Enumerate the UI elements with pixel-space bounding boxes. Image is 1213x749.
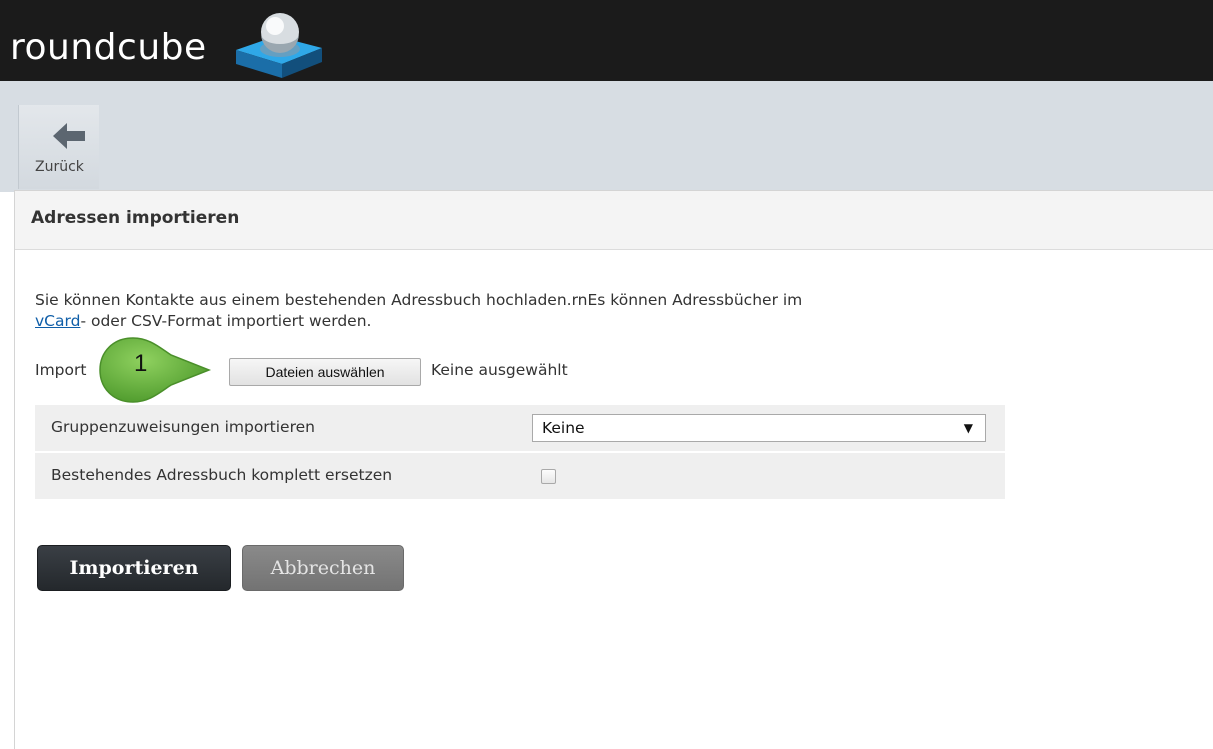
select-value: Keine bbox=[542, 419, 585, 437]
page: roundcube Zurück Adressen importieren Si bbox=[0, 0, 1213, 749]
group-assignments-select[interactable]: Keine ▼ bbox=[532, 414, 986, 442]
intro-rest: - oder CSV-Format importiert werden. bbox=[80, 312, 372, 330]
toolbar: Zurück bbox=[0, 81, 1213, 192]
back-label: Zurück bbox=[35, 159, 84, 175]
dropdown-arrow-icon: ▼ bbox=[963, 421, 973, 435]
vcard-link[interactable]: vCard bbox=[35, 312, 80, 330]
settings-row-groups: Gruppenzuweisungen importieren Keine ▼ bbox=[35, 405, 1005, 453]
import-button[interactable]: Importieren bbox=[37, 545, 231, 591]
import-panel: Adressen importieren Sie können Kontakte… bbox=[14, 190, 1213, 749]
intro-line: Sie können Kontakte aus einem bestehende… bbox=[35, 291, 803, 309]
logo-text: roundcube bbox=[10, 27, 207, 68]
page-title: Adressen importieren bbox=[31, 208, 240, 228]
roundcube-logo-icon bbox=[236, 13, 322, 78]
back-button[interactable]: Zurück bbox=[18, 105, 99, 189]
callout-number: 1 bbox=[134, 350, 148, 377]
callout-arrow-icon bbox=[99, 337, 212, 403]
settings-table: Gruppenzuweisungen importieren Keine ▼ B… bbox=[35, 405, 1005, 501]
cancel-button[interactable]: Abbrechen bbox=[242, 545, 404, 591]
group-assignments-label: Gruppenzuweisungen importieren bbox=[51, 418, 315, 436]
arrow-left-icon bbox=[53, 123, 85, 149]
panel-header: Adressen importieren bbox=[15, 190, 1213, 250]
settings-row-replace: Bestehendes Adressbuch komplett ersetzen bbox=[35, 453, 1005, 501]
file-status: Keine ausgewählt bbox=[431, 361, 568, 379]
choose-files-button[interactable]: Dateien auswählen bbox=[229, 358, 421, 386]
top-header-bar: roundcube bbox=[0, 0, 1213, 81]
import-label: Import bbox=[35, 361, 87, 379]
intro-text: Sie können Kontakte aus einem bestehende… bbox=[35, 290, 1035, 332]
replace-addressbook-checkbox[interactable] bbox=[541, 469, 556, 484]
replace-addressbook-label: Bestehendes Adressbuch komplett ersetzen bbox=[51, 466, 393, 484]
